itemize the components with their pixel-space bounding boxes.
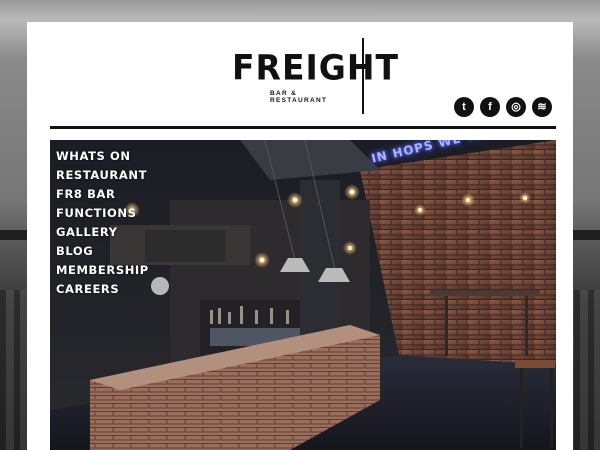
social-links: t f ◎ ≋ bbox=[454, 97, 552, 117]
nav-item-restaurant[interactable]: RESTAURANT bbox=[56, 166, 176, 185]
nav-item-functions[interactable]: FUNCTIONS bbox=[56, 204, 176, 223]
twitter-icon[interactable]: t bbox=[454, 97, 474, 117]
logo-divider bbox=[362, 38, 364, 114]
header-rule bbox=[50, 126, 556, 129]
nav-item-whats-on[interactable]: WHATS ON bbox=[56, 147, 176, 166]
logo-wordmark: FREIGHT bbox=[232, 47, 399, 88]
site-logo[interactable]: FREIGHT BAR & RESTAURANT bbox=[232, 47, 399, 110]
nav-item-fr8-bar[interactable]: FR8 BAR bbox=[56, 185, 176, 204]
facebook-icon[interactable]: f bbox=[480, 97, 500, 117]
main-nav: WHATS ON RESTAURANT FR8 BAR FUNCTIONS GA… bbox=[56, 147, 176, 299]
nav-item-careers[interactable]: CAREERS bbox=[56, 280, 176, 299]
rss-icon[interactable]: ≋ bbox=[532, 97, 552, 117]
instagram-icon[interactable]: ◎ bbox=[506, 97, 526, 117]
nav-item-gallery[interactable]: GALLERY bbox=[56, 223, 176, 242]
logo-tagline: BAR & RESTAURANT bbox=[270, 90, 328, 104]
nav-item-blog[interactable]: BLOG bbox=[56, 242, 176, 261]
nav-item-membership[interactable]: MEMBERSHIP bbox=[56, 261, 176, 280]
